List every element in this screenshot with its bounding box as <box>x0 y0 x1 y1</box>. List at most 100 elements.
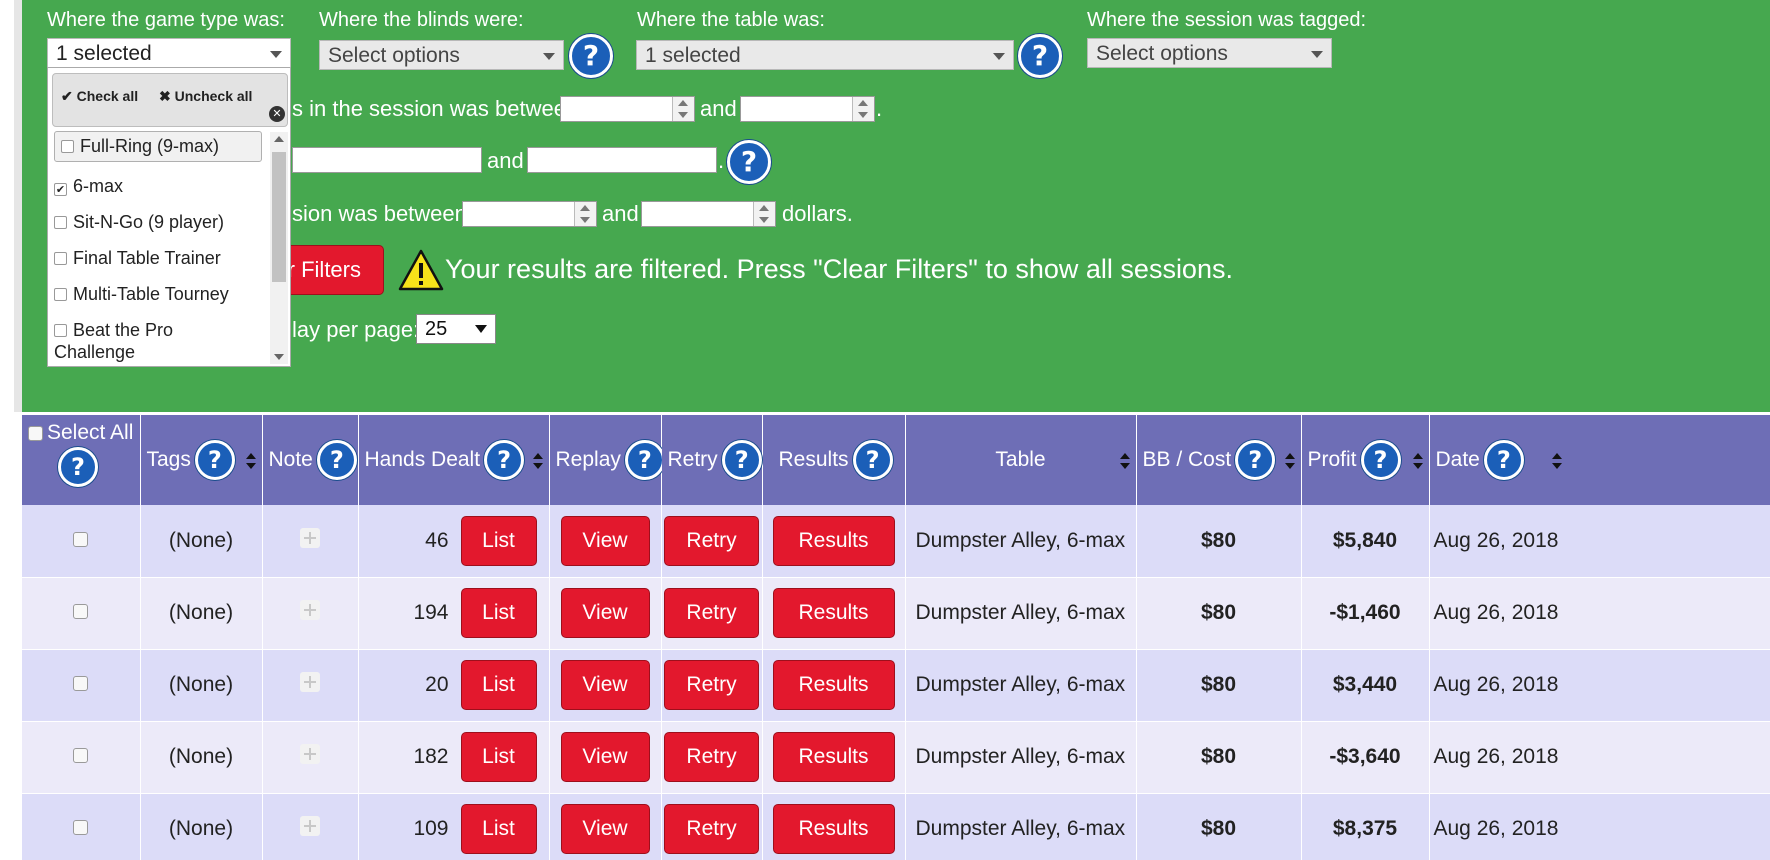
check-all-link[interactable]: ✔ Check all <box>61 88 138 105</box>
tagged-select[interactable]: Select options <box>1087 38 1332 68</box>
results-help-icon[interactable]: ? <box>852 440 893 480</box>
replay-cell: View <box>549 649 662 722</box>
scroll-up-icon[interactable] <box>274 136 284 142</box>
profit-max-input[interactable] <box>641 201 776 227</box>
results-button[interactable]: Results <box>772 732 895 782</box>
sort-icon[interactable] <box>532 453 543 469</box>
retry-help-icon[interactable]: ? <box>721 440 762 480</box>
note-cell <box>262 577 359 650</box>
spinner-icon[interactable] <box>672 97 694 121</box>
spinner-icon[interactable] <box>574 202 596 226</box>
table-help-icon[interactable]: ? <box>1018 34 1062 78</box>
add-note-icon[interactable] <box>300 672 320 692</box>
uncheck-all-link[interactable]: ✖ Uncheck all <box>159 88 252 105</box>
profit-min-input[interactable] <box>462 201 597 227</box>
results-button[interactable]: Results <box>772 515 895 566</box>
chevron-down-icon <box>475 325 487 333</box>
view-button[interactable]: View <box>560 732 650 782</box>
list-button[interactable]: List <box>460 804 537 854</box>
profit-help-icon[interactable]: ? <box>1360 440 1401 480</box>
sort-icon[interactable] <box>1119 453 1130 469</box>
per-page-select[interactable]: 25 <box>416 314 496 344</box>
list-button[interactable]: List <box>460 660 537 710</box>
dropdown-option[interactable]: Multi-Table Tourney <box>54 284 229 305</box>
date-max-input[interactable] <box>527 147 717 173</box>
dropdown-option[interactable]: Beat the Pro <box>54 320 173 341</box>
replay-help-icon[interactable]: ? <box>624 440 665 480</box>
results-button[interactable]: Results <box>772 660 895 710</box>
select-all-checkbox[interactable] <box>28 425 43 441</box>
date-min-input[interactable] <box>292 147 482 173</box>
add-note-icon[interactable] <box>300 744 320 764</box>
retry-button[interactable]: Retry <box>664 732 759 782</box>
retry-button[interactable]: Retry <box>664 804 759 854</box>
uncheck-all-label: Uncheck all <box>174 88 253 104</box>
close-icon[interactable]: ✕ <box>269 106 285 122</box>
date-help-icon[interactable]: ? <box>727 140 771 184</box>
dropdown-option[interactable]: Sit-N-Go (9 player) <box>54 212 224 233</box>
hands-max-input[interactable] <box>740 96 875 122</box>
header-hands-dealt[interactable]: Hands Dealt? <box>358 415 550 505</box>
row-checkbox[interactable] <box>73 820 89 835</box>
hands-min-input[interactable] <box>560 96 695 122</box>
list-button[interactable]: List <box>460 588 537 638</box>
sessions-table: Select All ? Tags? Note? Hands Dealt? Re… <box>22 415 1770 860</box>
row-checkbox[interactable] <box>73 676 89 691</box>
add-note-icon[interactable] <box>300 816 320 836</box>
header-tags[interactable]: Tags? <box>140 415 263 505</box>
list-button[interactable]: List <box>460 515 537 566</box>
checkbox[interactable] <box>54 252 67 265</box>
replay-cell: View <box>549 721 662 794</box>
checkbox[interactable] <box>61 140 74 153</box>
sort-icon[interactable] <box>1284 453 1295 469</box>
spinner-icon[interactable] <box>852 97 874 121</box>
header-bb-cost[interactable]: BB / Cost? <box>1136 415 1302 505</box>
tags-help-icon[interactable]: ? <box>194 440 235 480</box>
sort-icon[interactable] <box>1551 453 1562 469</box>
header-date[interactable]: Date? <box>1429 415 1770 505</box>
view-button[interactable]: View <box>560 588 650 638</box>
dropdown-option[interactable]: Final Table Trainer <box>54 248 221 269</box>
results-button[interactable]: Results <box>772 588 895 638</box>
list-button[interactable]: List <box>460 732 537 782</box>
checkbox[interactable] <box>54 324 67 337</box>
view-button[interactable]: View <box>560 804 650 854</box>
select-all-help-icon[interactable]: ? <box>58 447 98 487</box>
add-note-icon[interactable] <box>300 600 320 620</box>
dropdown-scrollbar[interactable] <box>270 132 288 364</box>
retry-button[interactable]: Retry <box>664 515 759 566</box>
cost-cell: $80 <box>1136 721 1302 794</box>
sort-icon[interactable] <box>1412 453 1423 469</box>
dropdown-option[interactable]: ✔ 6-max <box>54 176 123 197</box>
blinds-select[interactable]: Select options <box>319 40 564 70</box>
checkbox[interactable] <box>54 288 67 301</box>
view-button[interactable]: View <box>560 515 650 566</box>
date-help-icon[interactable]: ? <box>1483 440 1524 480</box>
checkbox-checked[interactable]: ✔ <box>54 183 67 196</box>
checkbox[interactable] <box>54 216 67 229</box>
table-select[interactable]: 1 selected <box>636 40 1014 70</box>
retry-cell: Retry <box>661 505 763 578</box>
view-button[interactable]: View <box>560 660 650 710</box>
row-select-cell <box>22 505 141 578</box>
scroll-thumb[interactable] <box>272 152 286 282</box>
row-checkbox[interactable] <box>73 604 89 619</box>
header-profit[interactable]: Profit? <box>1301 415 1430 505</box>
retry-button[interactable]: Retry <box>664 660 759 710</box>
bb-cost-help-icon[interactable]: ? <box>1235 440 1276 480</box>
spinner-icon[interactable] <box>753 202 775 226</box>
row-checkbox[interactable] <box>73 748 89 763</box>
scroll-down-icon[interactable] <box>274 354 284 360</box>
add-note-icon[interactable] <box>300 527 320 548</box>
retry-header-label: Retry <box>667 448 718 471</box>
sort-icon[interactable] <box>245 453 256 469</box>
game-type-select[interactable]: 1 selected <box>47 38 291 68</box>
row-checkbox[interactable] <box>73 531 89 547</box>
note-help-icon[interactable]: ? <box>316 440 357 480</box>
retry-button[interactable]: Retry <box>664 588 759 638</box>
header-table[interactable]: Table <box>905 415 1137 505</box>
results-button[interactable]: Results <box>772 804 895 854</box>
hands-help-icon[interactable]: ? <box>484 440 525 480</box>
blinds-help-icon[interactable]: ? <box>569 34 613 78</box>
dropdown-option[interactable]: Full-Ring (9-max) <box>54 131 262 162</box>
